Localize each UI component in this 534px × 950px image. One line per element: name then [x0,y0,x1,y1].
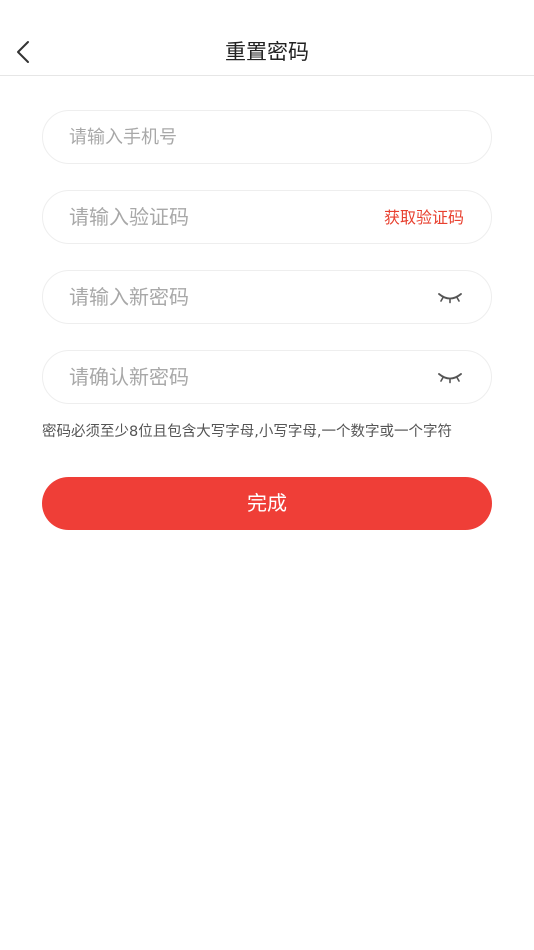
get-code-button[interactable]: 获取验证码 [384,191,464,243]
complete-button[interactable]: 完成 [42,477,492,530]
new-password-field[interactable] [42,270,492,324]
verification-code-field[interactable]: 获取验证码 [42,190,492,244]
confirm-password-visibility-toggle[interactable] [437,367,463,387]
navigation-bar: 重置密码 [0,0,534,76]
verification-code-input[interactable] [69,191,369,243]
new-password-visibility-toggle[interactable] [437,287,463,307]
page-title: 重置密码 [225,40,309,64]
eye-closed-icon [438,293,462,304]
new-password-input[interactable] [69,271,369,323]
eye-closed-icon [438,373,462,384]
phone-field[interactable] [42,110,492,164]
confirm-password-field[interactable] [42,350,492,404]
phone-input[interactable] [69,111,369,163]
confirm-password-input[interactable] [69,351,369,403]
password-rule-hint: 密码必须至少8位且包含大写字母,小写字母,一个数字或一个字符 [42,424,452,440]
